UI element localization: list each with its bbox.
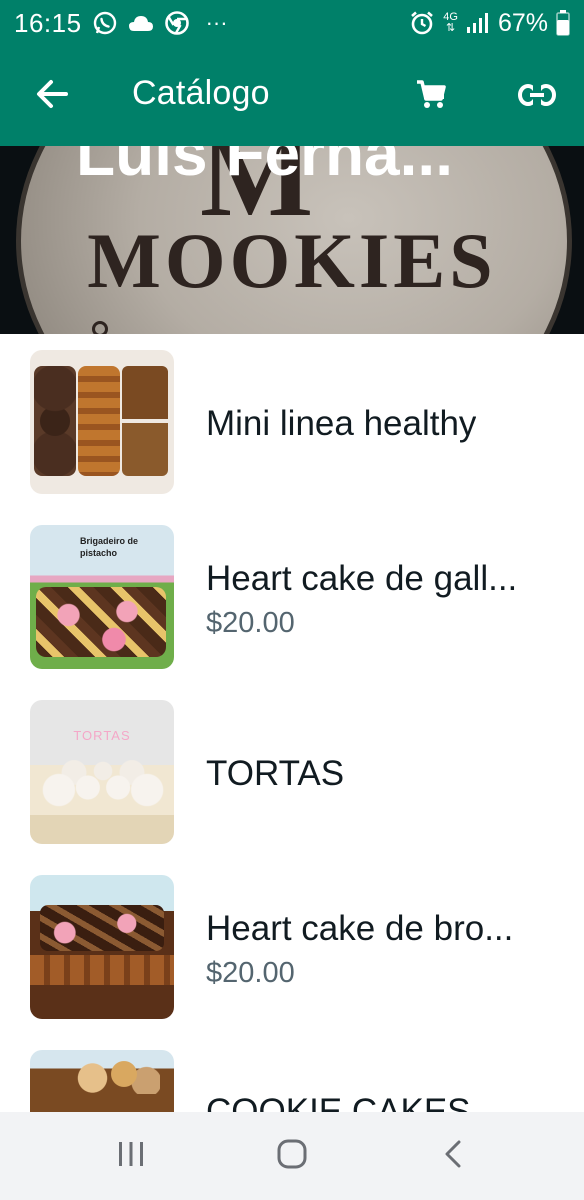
network-4g-icon: 4G ⇅	[443, 11, 458, 34]
home-icon	[276, 1138, 308, 1175]
alarm-icon	[409, 10, 435, 36]
system-back-button[interactable]	[413, 1116, 493, 1196]
battery-icon	[556, 10, 570, 36]
product-price: $20.00	[206, 957, 295, 989]
cart-icon	[415, 79, 447, 116]
list-item[interactable]: TORTAS TORTAS	[0, 684, 584, 859]
list-item[interactable]: Brigadeiro de pistacho Heart cake de gal…	[0, 509, 584, 684]
more-dots-icon: ···	[205, 10, 228, 35]
cover-logo-text: MOOKIES	[87, 217, 497, 304]
status-time: 16:15	[14, 7, 82, 38]
cart-button[interactable]	[406, 72, 456, 122]
product-title: Mini linea healthy	[206, 404, 477, 443]
back-arrow-icon	[36, 79, 68, 114]
product-thumbnail	[30, 1050, 174, 1112]
home-button[interactable]	[252, 1116, 332, 1196]
product-thumbnail	[30, 875, 174, 1019]
list-item[interactable]: Heart cake de bro... $20.00	[0, 859, 584, 1034]
link-icon	[518, 82, 556, 112]
status-bar: 16:15 ··· 4G ⇅ 67%	[0, 0, 584, 46]
cover-decoration	[92, 321, 108, 334]
page-title: Catálogo	[132, 74, 270, 112]
chrome-icon	[164, 10, 190, 36]
catalog-cover: M MOOKIES Luis Ferna...	[0, 146, 584, 334]
system-nav-bar	[0, 1112, 584, 1200]
business-name: Luis Ferna...	[76, 146, 453, 189]
whatsapp-icon	[92, 10, 118, 36]
share-link-button[interactable]	[512, 72, 562, 122]
recent-apps-icon	[116, 1140, 146, 1173]
thumbnail-label: Brigadeiro de pistacho	[80, 536, 139, 558]
product-title: TORTAS	[206, 754, 345, 793]
recent-apps-button[interactable]	[91, 1116, 171, 1196]
product-title: Heart cake de bro...	[206, 909, 514, 948]
product-thumbnail: TORTAS	[30, 700, 174, 844]
thumbnail-label: TORTAS	[73, 728, 131, 743]
back-button[interactable]	[28, 72, 76, 120]
signal-icon	[466, 12, 490, 34]
app-bar: Catálogo	[0, 46, 584, 146]
product-thumbnail: Brigadeiro de pistacho	[30, 525, 174, 669]
list-item[interactable]: Mini linea healthy	[0, 334, 584, 509]
cloud-icon	[128, 13, 154, 33]
back-icon	[443, 1139, 463, 1174]
product-title: Heart cake de gall...	[206, 559, 518, 598]
product-thumbnail	[30, 350, 174, 494]
product-price: $20.00	[206, 607, 295, 639]
battery-percent: 67%	[497, 8, 548, 37]
